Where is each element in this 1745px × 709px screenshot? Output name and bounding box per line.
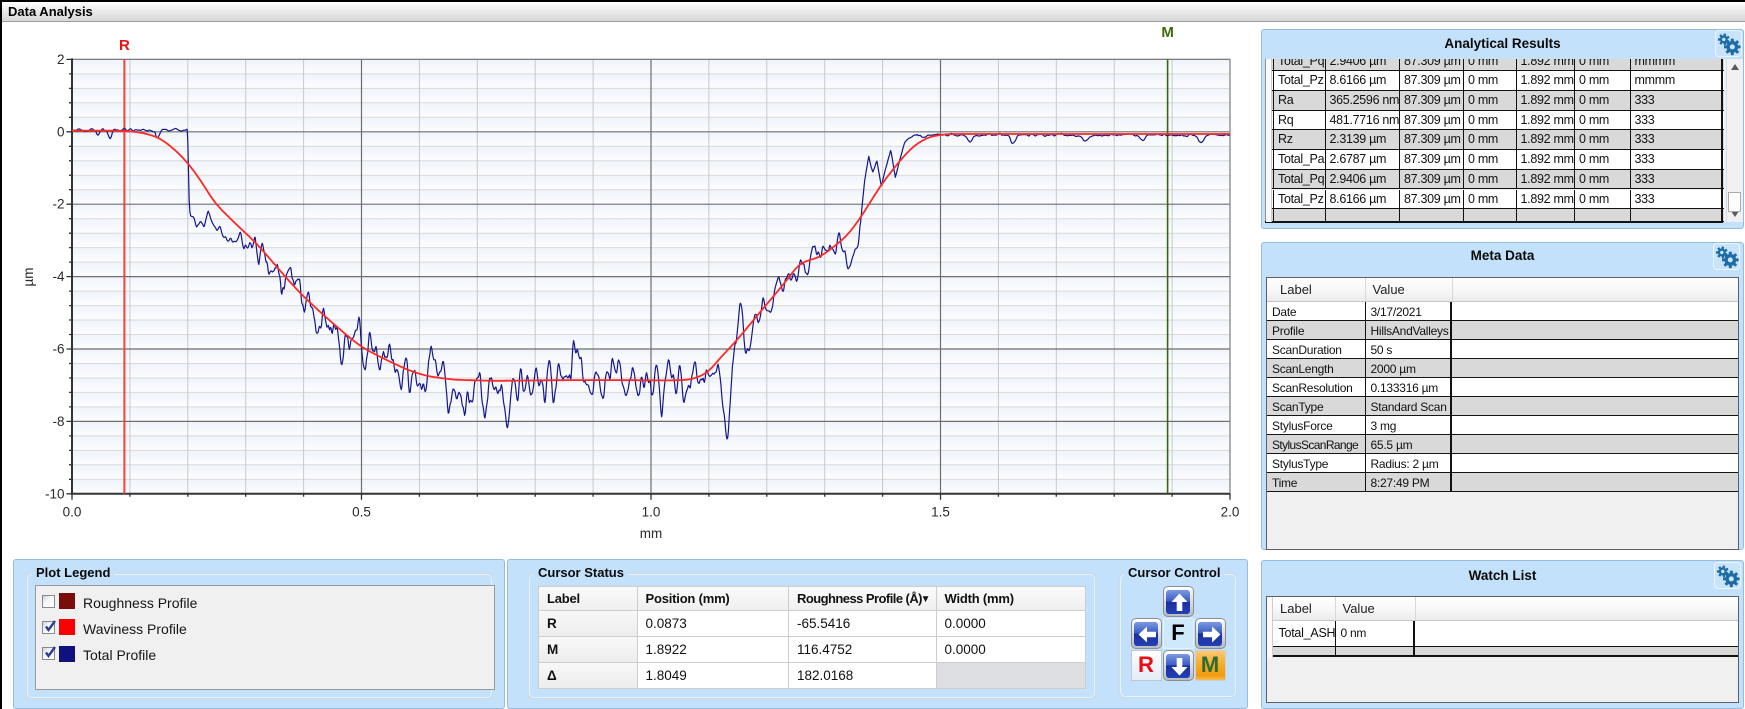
svg-text:-8: -8 <box>52 414 64 429</box>
svg-text:-10: -10 <box>45 486 65 501</box>
svg-text:-6: -6 <box>52 342 64 357</box>
svg-text:-4: -4 <box>52 269 64 284</box>
svg-text:1.5: 1.5 <box>931 505 950 520</box>
svg-text:2.0: 2.0 <box>1221 505 1240 520</box>
svg-text:mm: mm <box>640 526 663 541</box>
svg-text:M: M <box>1161 24 1174 41</box>
svg-text:0.0: 0.0 <box>63 505 82 520</box>
svg-text:0: 0 <box>57 124 65 139</box>
svg-text:0.5: 0.5 <box>352 505 371 520</box>
svg-text:µm: µm <box>21 267 36 286</box>
svg-text:-2: -2 <box>52 197 64 212</box>
svg-text:2: 2 <box>57 52 65 67</box>
svg-text:R: R <box>119 37 130 54</box>
svg-text:1.0: 1.0 <box>642 505 661 520</box>
